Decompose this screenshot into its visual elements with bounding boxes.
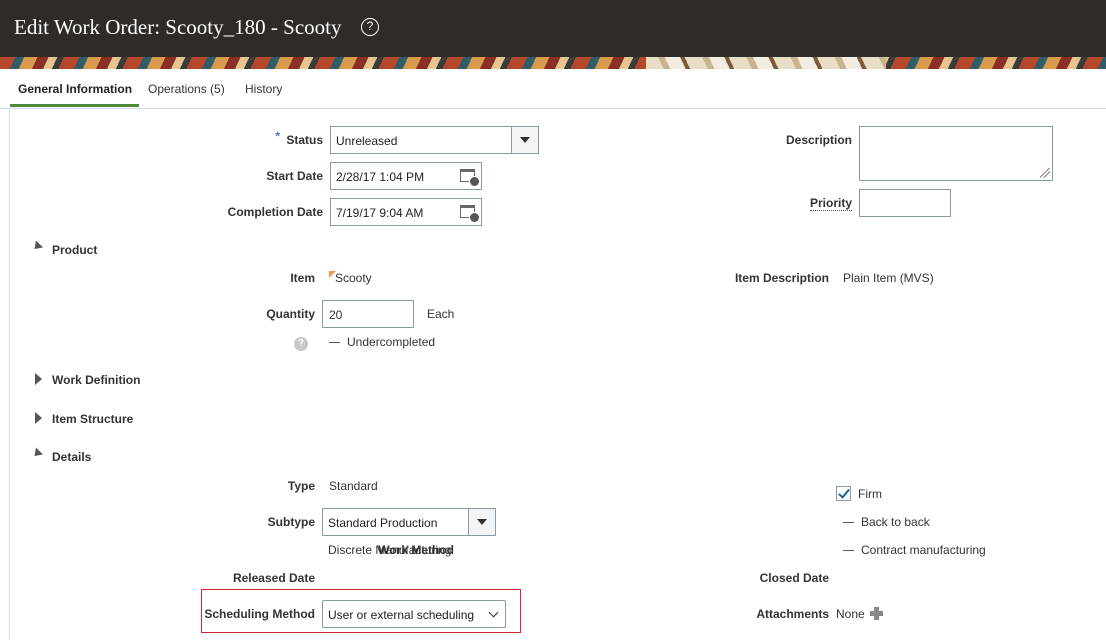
- start-date-label: Start Date: [266, 169, 323, 183]
- quantity-label: Quantity: [266, 307, 315, 321]
- dash-icon: [329, 342, 340, 343]
- calendar-icon[interactable]: [460, 205, 480, 223]
- help-icon[interactable]: ?: [294, 337, 308, 351]
- required-indicator: *: [275, 128, 281, 144]
- subtype-select[interactable]: Standard Production: [322, 508, 496, 536]
- attachments-value: None: [836, 607, 865, 621]
- work-definition-section-header[interactable]: Work Definition: [52, 373, 140, 387]
- status-label: Status: [286, 133, 323, 147]
- firm-checkbox[interactable]: [836, 486, 851, 501]
- start-date-field[interactable]: 2/28/17 1:04 PM: [330, 162, 482, 190]
- status-dropdown-button[interactable]: [511, 127, 538, 153]
- page-title: Edit Work Order: Scooty_180 - Scooty: [14, 15, 342, 39]
- status-value: Unreleased: [336, 134, 398, 148]
- start-date-value: 2/28/17 1:04 PM: [336, 170, 425, 184]
- details-section-header[interactable]: Details: [52, 450, 91, 464]
- item-value[interactable]: Scooty: [335, 271, 372, 285]
- page-header: Edit Work Order: Scooty_180 - Scooty ?: [0, 0, 1106, 57]
- tab-general-information[interactable]: General Information: [18, 82, 132, 96]
- add-attachment-icon[interactable]: [870, 607, 883, 620]
- scheduling-method-value: User or external scheduling: [328, 608, 475, 622]
- attachments-label: Attachments: [756, 607, 829, 621]
- item-description-value: Plain Item (MVS): [843, 271, 934, 285]
- resize-handle-icon[interactable]: [1040, 168, 1050, 178]
- type-label: Type: [287, 479, 315, 493]
- undercompleted-label: Undercompleted: [347, 335, 436, 349]
- decorative-banner: [0, 57, 1106, 69]
- dash-icon: [843, 550, 854, 551]
- quantity-value: 20: [329, 308, 343, 322]
- quantity-input[interactable]: 20: [322, 300, 414, 328]
- help-icon[interactable]: ?: [361, 18, 379, 36]
- priority-label: Priority: [809, 196, 852, 211]
- calendar-icon[interactable]: [460, 169, 480, 187]
- active-tab-indicator: [10, 104, 139, 107]
- released-date-label: Released Date: [232, 571, 315, 585]
- product-section-header[interactable]: Product: [52, 243, 97, 257]
- tab-bar: General Information Operations (5) Histo…: [0, 69, 1106, 109]
- item-label: Item: [290, 271, 315, 285]
- description-label: Description: [785, 133, 852, 147]
- uom-value: Each: [427, 307, 455, 321]
- back-to-back-label: Back to back: [861, 515, 930, 529]
- tab-history[interactable]: History: [245, 82, 282, 96]
- description-textarea[interactable]: [859, 126, 1053, 181]
- status-select[interactable]: Unreleased: [330, 126, 539, 154]
- item-description-label: Item Description: [734, 271, 829, 285]
- priority-input[interactable]: [859, 189, 951, 217]
- scheduling-method-select[interactable]: User or external scheduling: [322, 600, 506, 628]
- closed-date-label: Closed Date: [759, 571, 829, 585]
- subtype-value: Standard Production: [328, 516, 438, 530]
- contract-manufacturing-label: Contract manufacturing: [861, 543, 986, 557]
- completion-date-label: Completion Date: [227, 205, 323, 219]
- collapsed-triangle-icon[interactable]: [35, 412, 42, 424]
- collapsed-triangle-icon[interactable]: [35, 373, 42, 385]
- completion-date-field[interactable]: 7/19/17 9:04 AM: [330, 198, 482, 226]
- subtype-label: Subtype: [267, 515, 315, 529]
- type-value: Standard: [329, 479, 378, 493]
- chevron-down-icon: [488, 607, 499, 618]
- subtype-dropdown-button[interactable]: [468, 509, 495, 535]
- firm-label: Firm: [858, 487, 882, 501]
- tab-operations[interactable]: Operations (5): [148, 82, 225, 96]
- completion-date-value: 7/19/17 9:04 AM: [336, 206, 424, 220]
- work-method-value: Discrete Manufacturing: [328, 543, 452, 557]
- scheduling-method-label: Scheduling Method: [204, 607, 315, 621]
- dash-icon: [843, 522, 854, 523]
- item-structure-section-header[interactable]: Item Structure: [52, 412, 133, 426]
